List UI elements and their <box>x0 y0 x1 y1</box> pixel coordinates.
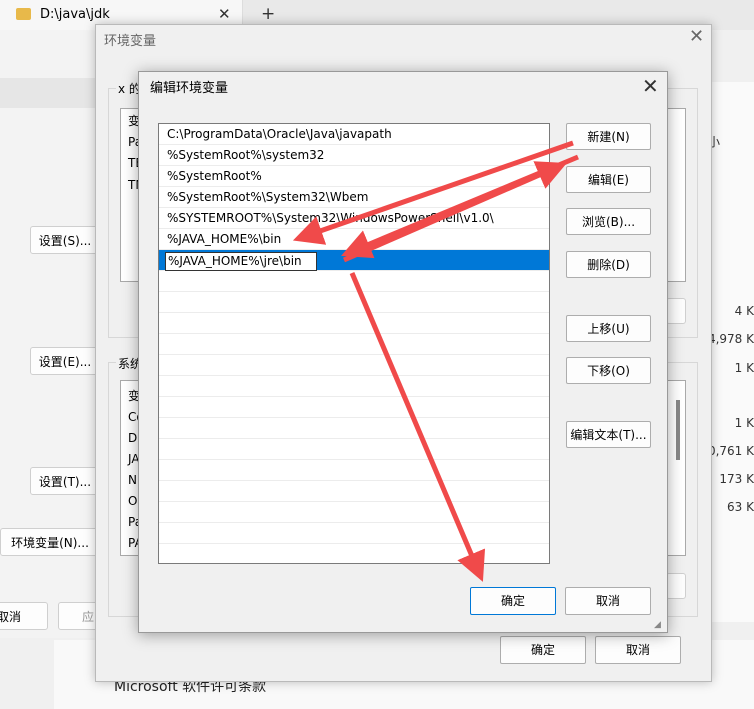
arrow-to-ok-button <box>349 272 486 582</box>
arrow-new-to-javahome-bin <box>292 140 574 245</box>
annotation-arrows <box>292 140 579 582</box>
